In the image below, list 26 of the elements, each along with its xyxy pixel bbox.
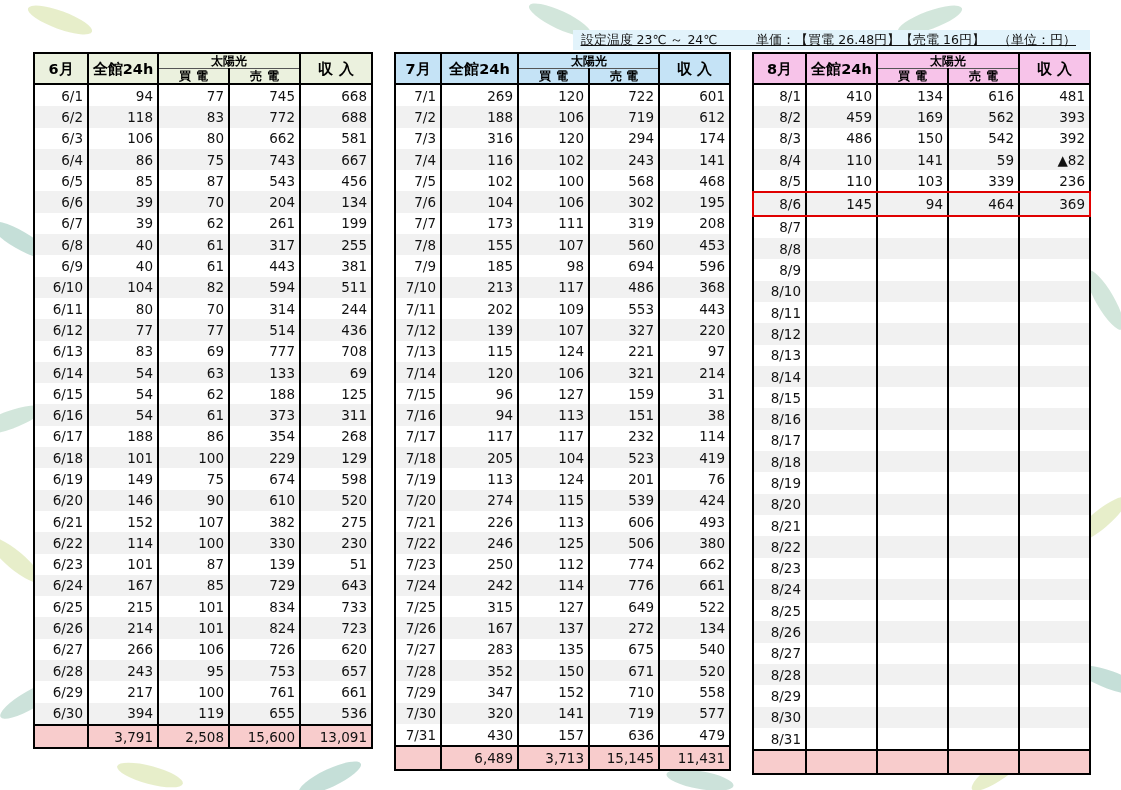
date-cell: 8/6 <box>753 192 806 216</box>
column-header: 全館24h <box>88 53 158 84</box>
column-header: 収 入 <box>659 53 730 84</box>
table-cell: 464 <box>948 192 1019 216</box>
total-cell: 15,600 <box>229 724 300 749</box>
column-header: 収 入 <box>1019 53 1090 84</box>
table-cell: 369 <box>1019 192 1090 216</box>
total-cell: 3,791 <box>88 724 158 749</box>
column-header: 収 入 <box>300 53 372 84</box>
total-cell: 2,508 <box>158 724 229 749</box>
settings-note: 設定温度 23℃ ～ 24℃ 単価：【買電 26.48円】【売電 16円】 （単位：円） <box>572 30 1090 50</box>
column-header: 全館24h <box>441 53 518 84</box>
column-group-header: 太陽光 <box>158 53 300 69</box>
total-cell: 13,091 <box>300 724 372 749</box>
table-cell: 145 <box>806 192 877 216</box>
total-cell: 3,713 <box>518 746 589 770</box>
total-cell: 6,489 <box>441 746 518 770</box>
column-group-header: 太陽光 <box>518 53 659 69</box>
column-header: 全館24h <box>806 53 877 84</box>
total-cell: 15,145 <box>589 746 659 770</box>
month-header: 6月 <box>34 53 88 84</box>
month-header: 7月 <box>395 53 441 84</box>
total-cell: 11,431 <box>659 746 730 770</box>
table-cell: 94 <box>877 192 948 216</box>
column-group-header: 太陽光 <box>877 53 1019 69</box>
month-header: 8月 <box>753 53 806 84</box>
